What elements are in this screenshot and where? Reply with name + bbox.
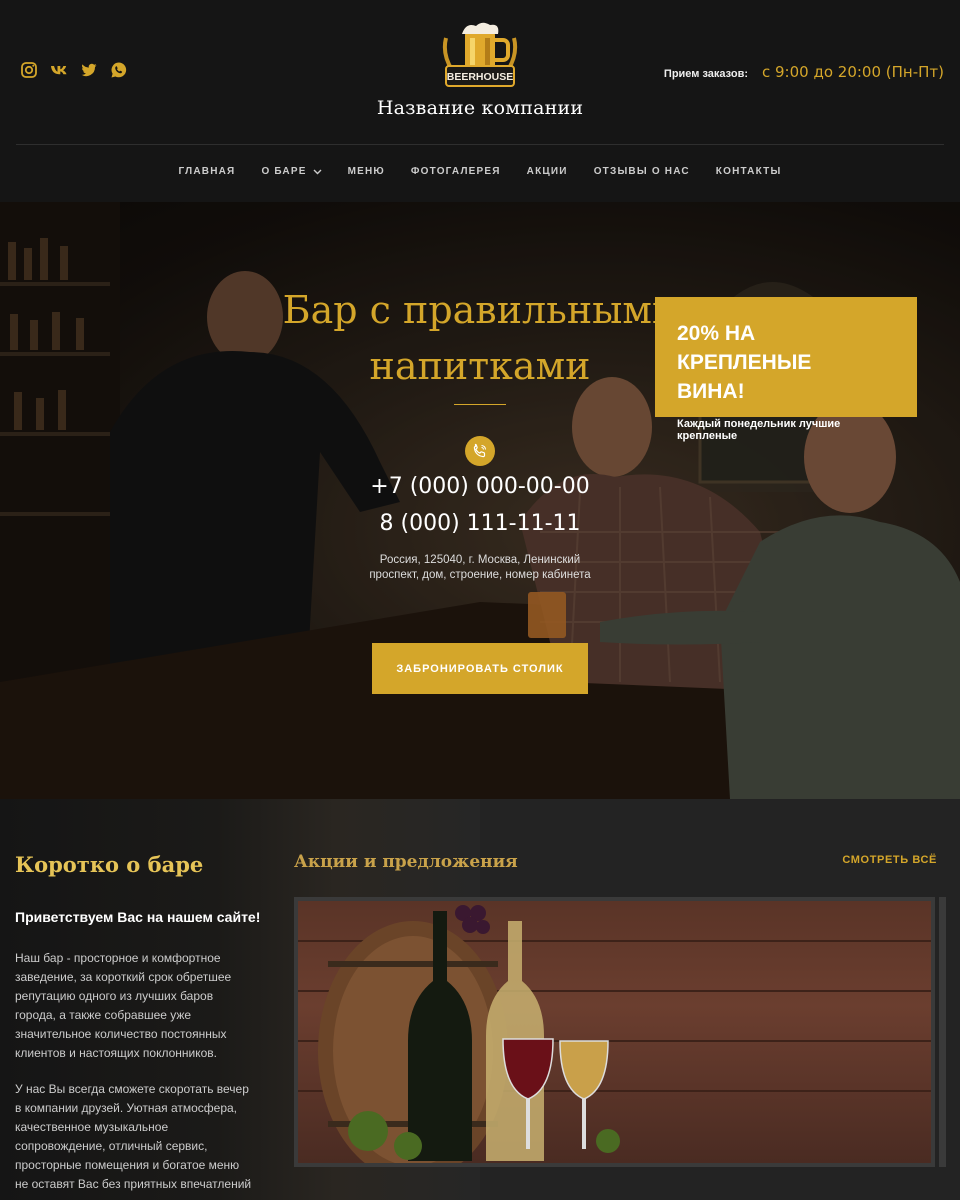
twitter-icon[interactable] — [80, 61, 98, 79]
promo-card-caption[interactable]: 20% НА КРЕПЛЕНЫЕ ВИНА! Каждый понедельни… — [655, 297, 917, 442]
nav-item-home[interactable]: ГЛАВНАЯ — [179, 166, 236, 177]
nav-item-gallery[interactable]: ФОТОГАЛЕРЕЯ — [411, 166, 501, 177]
hours-value: с 9:00 до 20:00 (Пн-Пт) — [762, 63, 944, 81]
nav-item-contacts[interactable]: КОНТАКТЫ — [716, 166, 782, 177]
carousel-next-edge — [939, 897, 946, 1167]
chevron-down-icon — [313, 169, 322, 174]
beerhouse-logo[interactable]: BEERHOUSE — [440, 20, 520, 100]
nav-item-about[interactable]: О БАРЕ — [261, 166, 322, 177]
phone-icon — [465, 436, 495, 466]
book-table-button[interactable]: ЗАБРОНИРОВАТЬ СТОЛИК — [372, 643, 588, 694]
header-divider — [16, 144, 944, 145]
order-hours: Прием заказов: с 9:00 до 20:00 (Пн-Пт) — [664, 63, 944, 81]
instagram-icon[interactable] — [20, 61, 38, 79]
logo-text: BEERHOUSE — [447, 71, 514, 83]
nav-item-menu[interactable]: МЕНЮ — [348, 166, 385, 177]
hero-divider — [454, 404, 506, 405]
social-links — [20, 61, 128, 79]
about-title: Коротко о баре — [15, 852, 204, 877]
promo-card-image[interactable] — [294, 897, 935, 1167]
site-header: BEERHOUSE Название компании Прием заказо… — [0, 0, 960, 202]
hours-label: Прием заказов: — [663, 68, 748, 80]
promo-card-title: 20% НА КРЕПЛЕНЫЕ ВИНА! — [677, 322, 812, 403]
wine-photo — [298, 905, 931, 1163]
promo-card-text: Каждый понедельник лучшие крепленые — [677, 418, 841, 442]
see-all-link[interactable]: СМОТРЕТЬ ВСЁ — [842, 854, 937, 866]
company-name[interactable]: Название компании — [330, 97, 630, 119]
content-section: Коротко о баре Приветствуем Вас на нашем… — [0, 799, 960, 1200]
whatsapp-icon[interactable] — [110, 61, 128, 79]
about-paragraph-2: У нас Вы всегда сможете скоротать вечер … — [15, 1082, 252, 1191]
address: Россия, 125040, г. Москва, Ленинский про… — [369, 554, 591, 581]
hero-section: Бар с правильными напитками +7 (000) 000… — [0, 202, 960, 799]
promos-title: Акции и предложения — [294, 852, 518, 872]
about-paragraph-1: Наш бар - просторное и комфортное заведе… — [15, 951, 232, 1060]
nav-item-promos[interactable]: АКЦИИ — [527, 166, 568, 177]
about-greeting: Приветствуем Вас на нашем сайте! — [15, 909, 261, 925]
main-nav: ГЛАВНАЯ О БАРЕ МЕНЮ ФОТОГАЛЕРЕЯ АКЦИИ ОТ… — [0, 166, 960, 177]
vk-icon[interactable] — [50, 61, 68, 79]
nav-item-reviews[interactable]: ОТЗЫВЫ О НАС — [594, 166, 690, 177]
phone-number-2[interactable]: 8 (000) 111-11-11 — [280, 511, 680, 536]
phone-number-1[interactable]: +7 (000) 000-00-00 — [280, 474, 680, 499]
